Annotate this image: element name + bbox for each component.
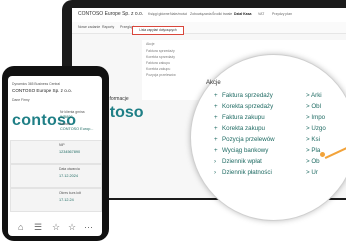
panel-line[interactable]: Faktura zakupu (146, 61, 170, 65)
zoom-heading: Akcje (206, 80, 221, 86)
zoom-side-item[interactable]: > Pla (306, 147, 320, 154)
panel-heading: Akcje (146, 42, 155, 46)
zoom-side-item[interactable]: > Obl (306, 103, 321, 110)
zoom-side-item[interactable]: > Impo (306, 114, 325, 121)
subnav-nowe[interactable]: Nowe zadanie (78, 25, 100, 29)
phone-company[interactable]: CONTOSO Europe Sp. z o.o. (12, 88, 72, 93)
date-card[interactable]: Data otwarcia 17.12.2024 (10, 164, 102, 188)
star-icon[interactable]: ☆ (52, 222, 60, 233)
nav-item-plan[interactable]: Przydzy plan (272, 12, 292, 16)
zoom-item[interactable]: + Korekta sprzedaży (214, 103, 273, 110)
field3-value: 1234567890 (59, 150, 81, 154)
field4-label: Data otwarcia (59, 167, 80, 171)
nip-card[interactable]: NIP 1234567890 (10, 140, 102, 164)
nav-item-ksiegi[interactable]: Księgi główne (148, 12, 170, 16)
field2-label: Nazwa (60, 122, 71, 126)
sub-navigation: Nowe zadanie Raporty Przegląd (72, 22, 346, 34)
panel-line[interactable]: Korekta sprzedaży (146, 55, 175, 59)
zoom-side-item[interactable]: > Ksi (306, 136, 320, 143)
nav-item-vat[interactable]: VAT (258, 12, 264, 16)
zoom-item[interactable]: › Dziennik płatności (214, 169, 272, 176)
field5-label: Okres kurs kdt (59, 191, 81, 195)
panel-line[interactable]: Korekta zakupu (146, 67, 170, 71)
nav-item-kasa[interactable]: Dział Kasa (234, 12, 252, 16)
zoom-item[interactable]: + Faktura sprzedaży (214, 92, 273, 99)
field2-value[interactable]: CONTOSO Europ... (60, 127, 93, 131)
subnav-raporty[interactable]: Raporty (102, 25, 114, 29)
field3-label: NIP (59, 143, 65, 147)
zoom-item[interactable]: + Wyciąg bankowy (214, 147, 268, 154)
zoom-item[interactable]: + Faktura zakupu (214, 114, 265, 121)
zoom-item[interactable]: › Dziennik wpłat (214, 158, 262, 165)
phone-app-name: Dynamics 365 Business Central (12, 82, 61, 86)
field4-value: 17.12.2024 (59, 174, 79, 178)
field5-value: 17.12.24 (59, 198, 74, 202)
star-icon[interactable]: ☆ (68, 222, 76, 233)
field1-label: Nr klienta gmina (60, 110, 85, 114)
nav-item-zobowiazania[interactable]: Zobowiązania (190, 12, 212, 16)
zoom-side-item[interactable]: > Ur (306, 169, 318, 176)
top-navigation-bar: CONTOSO Europe Sp. z o.o. Księgi główne … (72, 8, 346, 23)
phone-screen: Dynamics 365 Business Central CONTOSO Eu… (8, 76, 102, 236)
zoom-item[interactable]: + Pozycja przelewów (214, 136, 275, 143)
zoom-side-item[interactable]: > Ob (306, 158, 320, 165)
panel-line[interactable]: Pozycja przelewów (146, 73, 176, 77)
list-icon[interactable]: ☰ (34, 222, 42, 233)
nav-item-naleznosci[interactable]: Należności (170, 12, 187, 16)
highlighted-action[interactable]: Lista zapytań dotyczących (132, 26, 184, 35)
zoom-side-item[interactable]: > Arki (306, 92, 322, 99)
phone-subtitle: Dane Firmy (12, 98, 30, 102)
zoom-side-item[interactable]: > Uzgo (306, 125, 326, 132)
company-name[interactable]: CONTOSO Europe Sp. z o.o. (78, 11, 143, 17)
field1-value[interactable]: WB808 (60, 115, 72, 119)
nav-item-srodki[interactable]: Środki trwałe (212, 12, 232, 16)
callout-dot (320, 152, 325, 157)
home-icon[interactable]: ⌂ (18, 222, 23, 232)
zoom-item[interactable]: + Korekta zakupu (214, 125, 265, 132)
more-icon[interactable]: ⋯ (84, 222, 93, 233)
rate-card[interactable]: Okres kurs kdt 17.12.24 (10, 188, 102, 212)
panel-line[interactable]: Faktura sprzedaży (146, 49, 175, 53)
